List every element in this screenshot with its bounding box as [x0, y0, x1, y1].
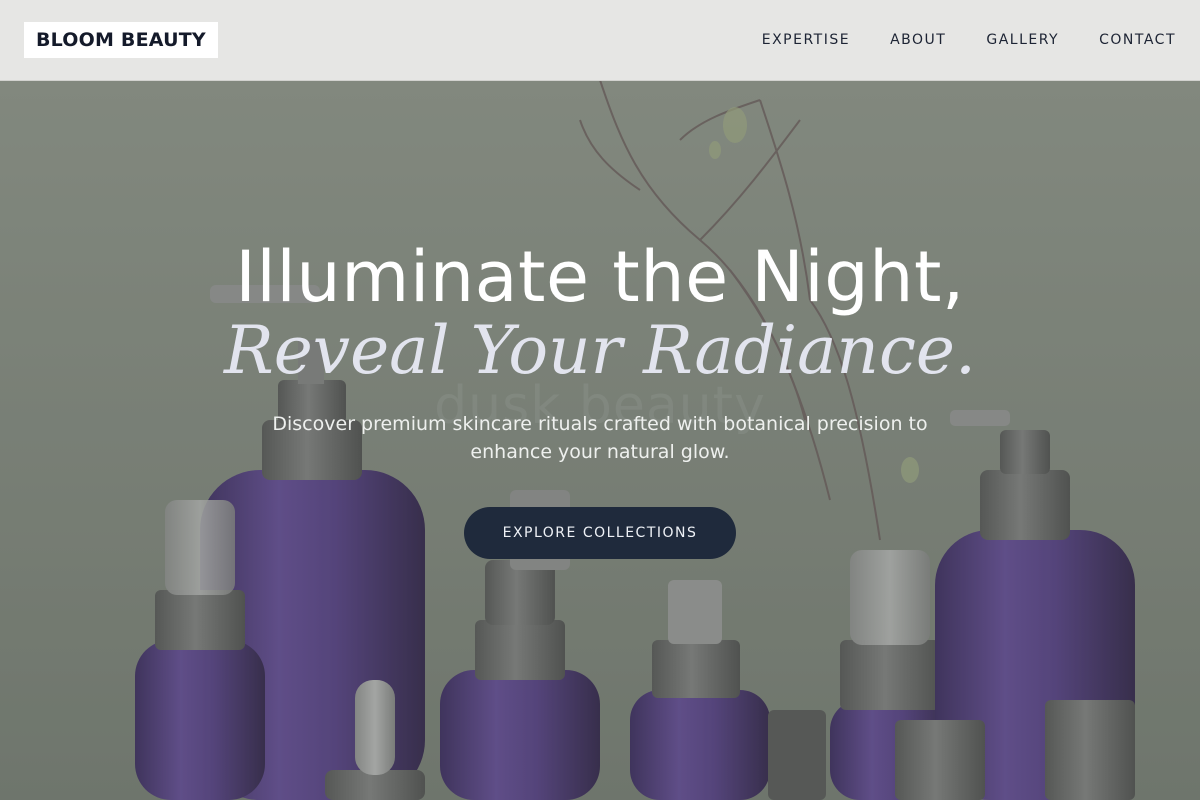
nav-link-about[interactable]: ABOUT: [890, 32, 946, 48]
landing-page: BLOOM BEAUTY EXPERTISE ABOUT GALLERY CON…: [0, 0, 1200, 800]
hero-headline-line1: Illuminate the Night,: [235, 236, 965, 318]
nav-links: EXPERTISE ABOUT GALLERY CONTACT: [762, 0, 1176, 80]
hero-section: dusk beauty Illuminate the Night, Reveal…: [0, 80, 1200, 800]
hero-headline-line2: Reveal Your Radiance.: [224, 312, 976, 389]
brand-logo[interactable]: BLOOM BEAUTY: [24, 22, 218, 58]
nav-link-contact[interactable]: CONTACT: [1099, 32, 1176, 48]
nav-link-gallery[interactable]: GALLERY: [986, 32, 1059, 48]
nav-link-expertise[interactable]: EXPERTISE: [762, 32, 850, 48]
top-nav: BLOOM BEAUTY EXPERTISE ABOUT GALLERY CON…: [0, 0, 1200, 81]
explore-collections-button[interactable]: EXPLORE COLLECTIONS: [464, 507, 736, 559]
hero-description: Discover premium skincare rituals crafte…: [272, 413, 928, 463]
